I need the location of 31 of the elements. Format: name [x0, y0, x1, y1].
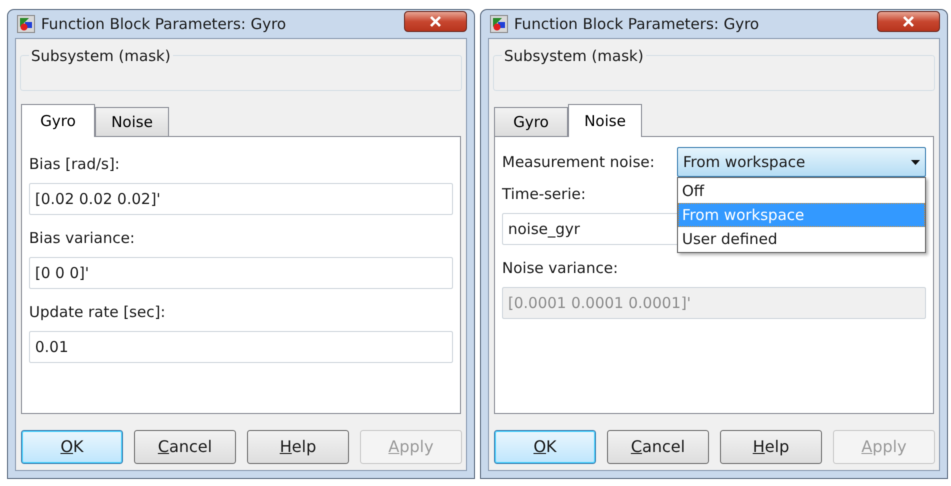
input-field[interactable]: 0.01 [29, 331, 453, 363]
field-label: Time-serie: [502, 184, 586, 203]
close-button[interactable] [404, 11, 467, 32]
field-label: Measurement noise: [502, 152, 656, 173]
tab[interactable]: Gyro [494, 107, 568, 136]
tab[interactable]: Noise [568, 104, 642, 137]
dropdown-option[interactable]: User defined [678, 227, 925, 251]
input-field[interactable]: [0 0 0]' [29, 257, 453, 289]
dialog-button[interactable]: Help [247, 430, 349, 464]
dialog-button[interactable]: Cancel [607, 430, 709, 464]
caret-icon [911, 160, 920, 164]
field-label: Noise variance: [502, 258, 618, 277]
dropdown[interactable]: From workspace [677, 147, 926, 177]
dialog-button[interactable]: OK [494, 430, 596, 464]
tab[interactable]: Gyro [21, 104, 95, 137]
dialog-button[interactable]: OK [21, 430, 123, 464]
field-label: Update rate [sec]: [29, 302, 166, 321]
block-icon [17, 15, 35, 33]
field-label: Bias [rad/s]: [29, 154, 120, 173]
close-icon [902, 16, 915, 27]
block-icon [490, 15, 508, 33]
close-icon [429, 16, 442, 27]
dialog-button[interactable]: Cancel [134, 430, 236, 464]
tab[interactable]: Noise [95, 107, 169, 136]
input-field[interactable]: [0.02 0.02 0.02]' [29, 183, 453, 215]
dropdown-option[interactable]: Off [678, 179, 925, 203]
window-title: Function Block Parameters: Gyro [514, 14, 760, 35]
field-label: Bias variance: [29, 228, 135, 247]
dialog-button[interactable]: Help [720, 430, 822, 464]
window-title: Function Block Parameters: Gyro [41, 14, 286, 35]
close-button[interactable] [877, 11, 940, 32]
